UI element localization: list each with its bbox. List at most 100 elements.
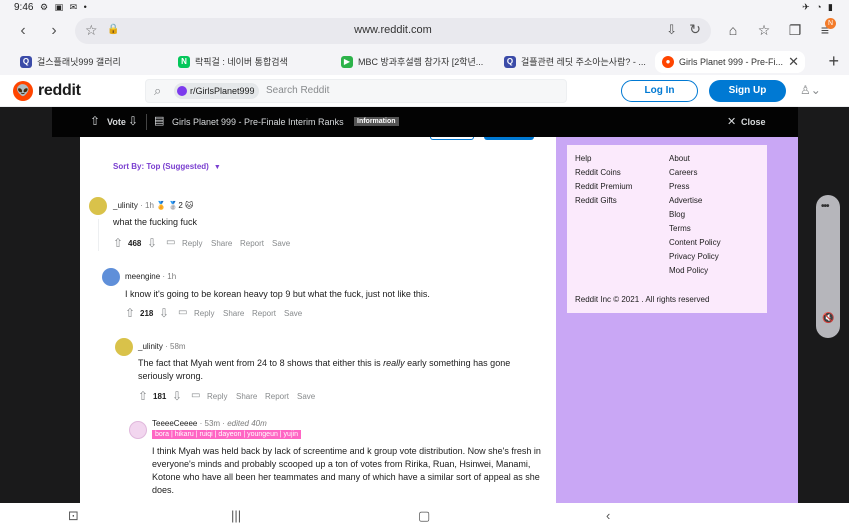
footer-link[interactable]: Blog [669, 210, 685, 219]
more-options-icon[interactable]: ••• [821, 201, 829, 212]
share-button[interactable]: Share [211, 239, 232, 248]
reddit-logo-icon[interactable]: 👽 [13, 81, 33, 101]
close-button[interactable]: Close [741, 117, 766, 127]
user-flair: bora | hikaru | ruiqi | dayeon | youngeu… [152, 430, 301, 439]
url-text: www.reddit.com [354, 24, 432, 36]
reply-button[interactable]: Reply [207, 392, 227, 401]
avatar[interactable] [129, 421, 147, 439]
vote-count: 181 [153, 392, 167, 401]
comment-time: · 1h [140, 201, 154, 210]
reddit-wordmark[interactable]: reddit [38, 82, 81, 100]
comment-author: _ulinity · 1h 🏅 🥈2 🐱 [113, 201, 193, 210]
footer-link[interactable]: Careers [669, 168, 697, 177]
back-icon[interactable]: ‹ [14, 22, 32, 40]
signup-button[interactable]: Sign Up [709, 80, 786, 102]
username[interactable]: TeeeeCeeee [152, 419, 197, 428]
avatar[interactable] [102, 268, 120, 286]
comment-actions: ⇧ 181 ⇩ ▭ Reply Share Report Save [138, 389, 438, 406]
browser-tab[interactable]: N 락픽걸 : 네이버 통합검색 [171, 51, 326, 73]
upvote-icon[interactable]: ⇧ [125, 306, 135, 320]
comment-author: TeeeeCeeee · 53m · edited 40m [152, 419, 267, 428]
footer-link[interactable]: About [669, 154, 690, 163]
save-button[interactable]: Save [272, 239, 290, 248]
forward-icon[interactable]: › [45, 22, 63, 40]
back-nav-icon[interactable]: ‹ [606, 508, 610, 523]
downvote-icon[interactable]: ⇩ [159, 306, 169, 320]
username[interactable]: meengine [125, 272, 160, 281]
user-menu-icon[interactable]: ♙⌄ [800, 83, 821, 97]
footer-link[interactable]: Content Policy [669, 238, 721, 247]
footer-link[interactable]: Mod Policy [669, 266, 708, 275]
close-icon[interactable]: ✕ [727, 115, 736, 128]
browser-tab[interactable]: Q 걸스플래닛999 갤러리 [13, 51, 163, 73]
upvote-icon[interactable]: ⇧ [90, 114, 100, 128]
edited-label: edited 40m [227, 419, 267, 428]
close-tab-icon[interactable]: ✕ [788, 51, 799, 73]
reply-button[interactable]: Reply [182, 239, 202, 248]
login-button[interactable]: Log In [621, 80, 698, 102]
browser-tab-active[interactable]: ● Girls Planet 999 - Pre-Fi... ✕ [655, 51, 805, 73]
reply-button[interactable]: Reply [194, 309, 214, 318]
comment-body: I think Myah was held back by lack of sc… [152, 446, 541, 495]
comment-button-filled[interactable] [484, 137, 534, 140]
reload-icon[interactable]: ↻ [689, 21, 701, 38]
username[interactable]: _ulinity [113, 201, 138, 210]
address-bar[interactable]: ☆ 🔒 www.reddit.com ⇩ ↻ [75, 18, 711, 44]
avatar[interactable] [89, 197, 107, 215]
tab-strip: Q 걸스플래닛999 갤러리 N 락픽걸 : 네이버 통합검색 ▶ MBC 방과… [0, 48, 849, 75]
new-tab-icon[interactable]: + [828, 51, 839, 72]
footer-link[interactable]: Privacy Policy [669, 252, 719, 261]
recents-icon[interactable]: ||| [231, 508, 241, 523]
footer-link[interactable]: Help [575, 154, 591, 163]
comment: _ulinity · 58m The fact that Myah went f… [80, 337, 556, 412]
floating-edge-panel[interactable]: ••• 🔇 [816, 195, 840, 338]
footer-link[interactable]: Press [669, 182, 689, 191]
tabs-icon[interactable]: ❐ [786, 22, 804, 39]
vote-label: Vote [107, 117, 126, 127]
report-button[interactable]: Report [240, 239, 264, 248]
browser-tab[interactable]: ▶ MBC 방과후설렘 참가자 [2학년... [334, 51, 489, 73]
recent-screenshot-icon[interactable]: ⊡ [68, 508, 79, 524]
browser-tab[interactable]: Q 걸플관련 레딧 주소아는사람? - ... [497, 51, 647, 73]
report-button[interactable]: Report [265, 392, 289, 401]
save-button[interactable]: Save [284, 309, 302, 318]
footer-link[interactable]: Reddit Coins [575, 168, 621, 177]
share-button[interactable]: Share [223, 309, 244, 318]
divider [146, 114, 147, 130]
share-button[interactable]: Share [236, 392, 257, 401]
home-icon[interactable]: ⌂ [724, 22, 742, 38]
save-button[interactable]: Save [297, 392, 315, 401]
search-placeholder: Search Reddit [266, 85, 330, 96]
tab-label: 걸플관련 레딧 주소아는사람? - ... [521, 57, 646, 67]
search-input[interactable]: ⌕ r/GirlsPlanet999 Search Reddit [145, 79, 567, 103]
upvote-icon[interactable]: ⇧ [138, 389, 148, 403]
bookmarks-icon[interactable]: ☆ [755, 22, 773, 39]
subreddit-search-chip[interactable]: r/GirlsPlanet999 [174, 83, 259, 99]
comment: _ulinity · 1h 🏅 🥈2 🐱 what the fucking fu… [80, 195, 556, 255]
comment-button-outline[interactable] [430, 137, 474, 140]
mute-icon[interactable]: 🔇 [822, 313, 834, 324]
tab-label: 걸스플래닛999 갤러리 [37, 57, 121, 67]
download-icon[interactable]: ⇩ [666, 22, 677, 38]
upvote-icon[interactable]: ⇧ [113, 236, 123, 250]
footer-link[interactable]: Reddit Premium [575, 182, 632, 191]
downvote-icon[interactable]: ⇩ [147, 236, 157, 250]
clock: 9:46 [14, 2, 34, 13]
footer-link[interactable]: Advertise [669, 196, 702, 205]
username[interactable]: _ulinity [138, 342, 163, 351]
award-icons: 🏅 🥈2 🐱 [156, 201, 194, 210]
reply-icon: ▭ [166, 237, 176, 248]
sort-dropdown[interactable]: Sort By: Top (Suggested) ▼ [113, 162, 221, 171]
avatar[interactable] [115, 338, 133, 356]
footer-link[interactable]: Terms [669, 224, 691, 233]
chevron-down-icon: ▼ [213, 164, 221, 171]
report-button[interactable]: Report [252, 309, 276, 318]
downvote-icon[interactable]: ⇩ [172, 389, 182, 403]
downvote-icon[interactable]: ⇩ [128, 114, 138, 128]
comments-column: Sort By: Top (Suggested) ▼ _ulinity · 1h … [80, 137, 556, 503]
copyright: Reddit Inc © 2021 . All rights reserved [575, 295, 710, 304]
system-icons: ✈ ◔ ▮ [802, 2, 835, 12]
home-button-icon[interactable]: ▢ [418, 508, 430, 524]
footer-link[interactable]: Reddit Gifts [575, 196, 617, 205]
thread-line[interactable] [98, 219, 99, 251]
